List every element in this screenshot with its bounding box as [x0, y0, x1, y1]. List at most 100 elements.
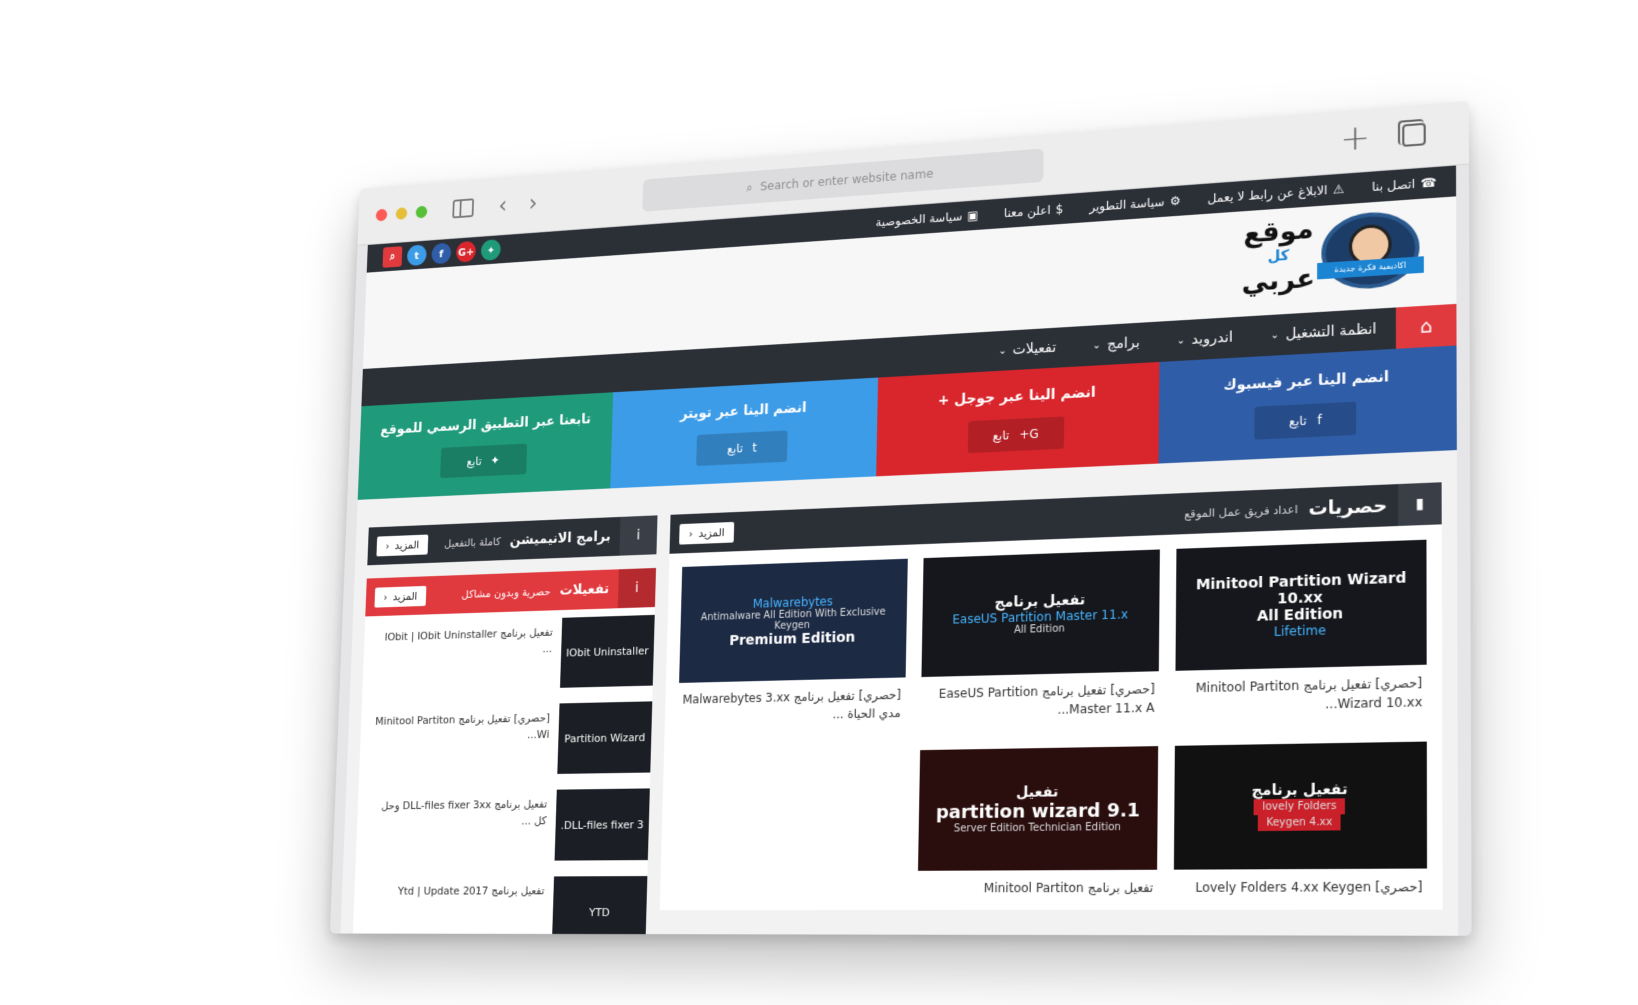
follow-button-label: تابع [467, 454, 482, 468]
chevron-down-icon: ⌄ [1270, 329, 1279, 341]
topbar-privacy[interactable]: ▣ سياسة الخصوصية [875, 208, 978, 229]
thumb-line2: All Edition [1257, 606, 1343, 625]
topbar-contact-label: اتصل بنا [1372, 177, 1415, 194]
google-plus-icon[interactable]: G+ [456, 241, 476, 263]
list-item[interactable]: IObit Uninstaller تفعيل برنامج IObit | I… [362, 607, 655, 700]
more-button[interactable]: المزيد ‹ [374, 585, 426, 607]
chevron-down-icon: ⌄ [1177, 335, 1186, 347]
content-area: ▮ حصريات اعداد فريق عمل الموقع المزيد ‹ M… [340, 450, 1458, 936]
twitter-icon[interactable]: t [407, 244, 427, 266]
nav-item-android[interactable]: اندرويد ⌄ [1158, 328, 1252, 350]
sidebar: i برامج الانيميشن كاملة بالتفعيل المزيد ‹… [352, 515, 658, 935]
post-card[interactable]: Malwarebytes Antimalware All Edition Wit… [678, 559, 908, 739]
follow-title: انضم الينا عبر جوجل + [938, 385, 1096, 409]
list-item-thumbnail[interactable]: DLL-files fixer 3. [555, 788, 650, 860]
list-item[interactable]: Partition Wizard [حصري] تفعيل برنامج Min… [359, 693, 653, 784]
sidebar-toggle-icon[interactable] [452, 198, 474, 218]
back-arrow-icon[interactable]: ‹ [498, 192, 507, 219]
list-item-title[interactable]: تفعيل برنامج IObit | IObit Uninstaller .… [375, 618, 553, 692]
thumb-line2: Antimalware All Edition With Exclusive K… [686, 606, 901, 634]
topbar-advertise[interactable]: $ اعلن معنا [1004, 202, 1063, 220]
follow-button-label: تابع [992, 428, 1009, 443]
post-title[interactable]: [حصري] Lovely Folders 4.xx Keygen [1174, 869, 1427, 910]
thumb-line3: Keygen 4.xx [1258, 814, 1341, 831]
topbar-report-link[interactable]: ⚠ الابلاغ عن رابط لا يعمل [1207, 182, 1344, 206]
post-title[interactable]: تفعيل برنامج Minitool Partiton [917, 870, 1157, 910]
topbar-privacy-label: سياسة الخصوصية [875, 209, 962, 229]
post-title[interactable]: [حصري] تفعيل برنامج Malwarebytes 3.xx مد… [678, 677, 906, 738]
post-thumbnail[interactable]: Malwarebytes Antimalware All Edition Wit… [679, 559, 907, 683]
section-title: تفعيلات [560, 581, 610, 598]
facebook-icon[interactable]: f [431, 243, 451, 265]
list-item[interactable]: DLL-files fixer 3. تفعيل برنامج DLL-file… [355, 780, 650, 869]
post-title[interactable]: [حصري] تفعيل برنامج Minitool Partiton Wi… [1175, 665, 1426, 729]
facebook-icon: f [1317, 413, 1322, 428]
post-thumbnail[interactable]: Minitool Partition Wizard 10.xx All Edit… [1176, 540, 1427, 671]
post-card[interactable]: تفعيل برنامج EaseUS Partition Master 11.… [920, 549, 1160, 733]
follow-google-button[interactable]: G+ تابع [968, 416, 1064, 453]
search-icon[interactable]: ⌕ [382, 246, 402, 268]
topbar-dev-policy[interactable]: ⚙ سياسة التطوير [1089, 194, 1181, 214]
address-bar-placeholder: Search or enter website name [760, 167, 933, 194]
thumb-line1: تفعيل [1016, 784, 1058, 801]
follow-app: تابعنا عبر التطبيق الرسمي للموقع ✦ تابع [358, 392, 613, 500]
follow-facebook-button[interactable]: f تابع [1255, 402, 1357, 440]
android-icon: ✦ [490, 453, 499, 467]
list-item[interactable]: YTD تفعيل برنامج Ytd | Update 2017 [352, 868, 648, 936]
post-thumbnail[interactable]: تفعيل برنامج lovely Folders Keygen 4.xx [1174, 742, 1427, 870]
topbar-contact[interactable]: ☎ اتصل بنا [1372, 175, 1437, 194]
minimize-window-button[interactable] [396, 207, 408, 220]
more-button[interactable]: المزيد ‹ [679, 521, 734, 544]
follow-title: انضم الينا عبر فيسبوك [1223, 369, 1389, 394]
site-logo[interactable]: اكاديمية فكرة جديدة موقع كل عربي [1242, 209, 1420, 296]
more-label: المزيد [395, 538, 420, 551]
google-plus-icon: G+ [1019, 427, 1039, 442]
post-title[interactable]: [حصري] تفعيل برنامج EaseUS Partition Mas… [920, 671, 1159, 734]
section-subtitle: حصرية وبدون مشاكل [461, 585, 550, 601]
post-card[interactable]: تفعيل برنامج lovely Folders Keygen 4.xx … [1174, 742, 1427, 910]
list-item-thumbnail[interactable]: Partition Wizard [557, 701, 652, 774]
post-card[interactable]: تفعيل partition wizard 9.1 Server Editio… [917, 746, 1159, 910]
list-item-title[interactable]: تفعيل برنامج DLL-files fixer 3xx وحل كل … [368, 790, 548, 862]
gear-icon: ⚙ [1170, 194, 1181, 209]
tabs-overview-icon[interactable] [1402, 123, 1426, 147]
thumb-line1: تفعيل برنامج [1251, 781, 1347, 799]
list-item-title[interactable]: [حصري] تفعيل برنامج Minitool Partiton Wi… [371, 704, 550, 777]
stage: ‹ › ⌕ Search or enter website name + ☎ ات… [0, 0, 1638, 1005]
list-item-thumbnail[interactable]: YTD [552, 876, 648, 936]
new-tab-button[interactable]: + [1340, 117, 1370, 160]
list-item-title[interactable]: تفعيل برنامج Ytd | Update 2017 [365, 876, 545, 935]
sidebar-list: IObit Uninstaller تفعيل برنامج IObit | I… [352, 607, 655, 936]
list-item-thumbnail[interactable]: IObit Uninstaller [560, 615, 655, 688]
nav-item-os[interactable]: انظمة التشغيل ⌄ [1252, 320, 1396, 345]
window-controls [376, 206, 428, 222]
thumb-line3: All Edition [1014, 623, 1065, 636]
more-label: المزيد [393, 590, 418, 603]
follow-twitter-button[interactable]: t تابع [696, 430, 787, 466]
chevron-down-icon: ⌄ [998, 345, 1007, 356]
maximize-window-button[interactable] [416, 206, 428, 219]
warning-icon: ⚠ [1333, 182, 1344, 197]
nav-item-label: اندرويد [1191, 329, 1232, 348]
more-button[interactable]: المزيد ‹ [376, 534, 428, 556]
nav-item-programs[interactable]: برامج ⌄ [1074, 334, 1158, 355]
post-thumbnail[interactable]: تفعيل partition wizard 9.1 Server Editio… [918, 746, 1159, 871]
topbar-report-label: الابلاغ عن رابط لا يعمل [1207, 183, 1327, 206]
follow-title: تابعنا عبر التطبيق الرسمي للموقع [380, 412, 591, 438]
dollar-icon: $ [1056, 202, 1064, 216]
close-window-button[interactable] [376, 209, 388, 222]
follow-google: انضم الينا عبر جوجل + G+ تابع [876, 362, 1159, 476]
follow-app-button[interactable]: ✦ تابع [440, 444, 527, 479]
thumb-line1: Minitool Partition Wizard 10.xx [1183, 569, 1420, 610]
section-title: برامج الانيميشن [510, 529, 611, 548]
search-icon: ⌕ [746, 180, 753, 195]
nav-item-activations[interactable]: تفعيلات ⌄ [980, 339, 1074, 360]
post-card[interactable]: Minitool Partition Wizard 10.xx All Edit… [1175, 540, 1426, 729]
chevron-left-icon: ‹ [689, 527, 693, 540]
post-thumbnail[interactable]: تفعيل برنامج EaseUS Partition Master 11.… [921, 549, 1160, 677]
chevron-left-icon: ‹ [383, 591, 387, 603]
nav-item-label: تفعيلات [1013, 340, 1057, 358]
home-icon[interactable]: ⌂ [1396, 304, 1457, 349]
forward-arrow-icon[interactable]: › [528, 190, 537, 217]
android-icon[interactable]: ✦ [481, 239, 501, 261]
